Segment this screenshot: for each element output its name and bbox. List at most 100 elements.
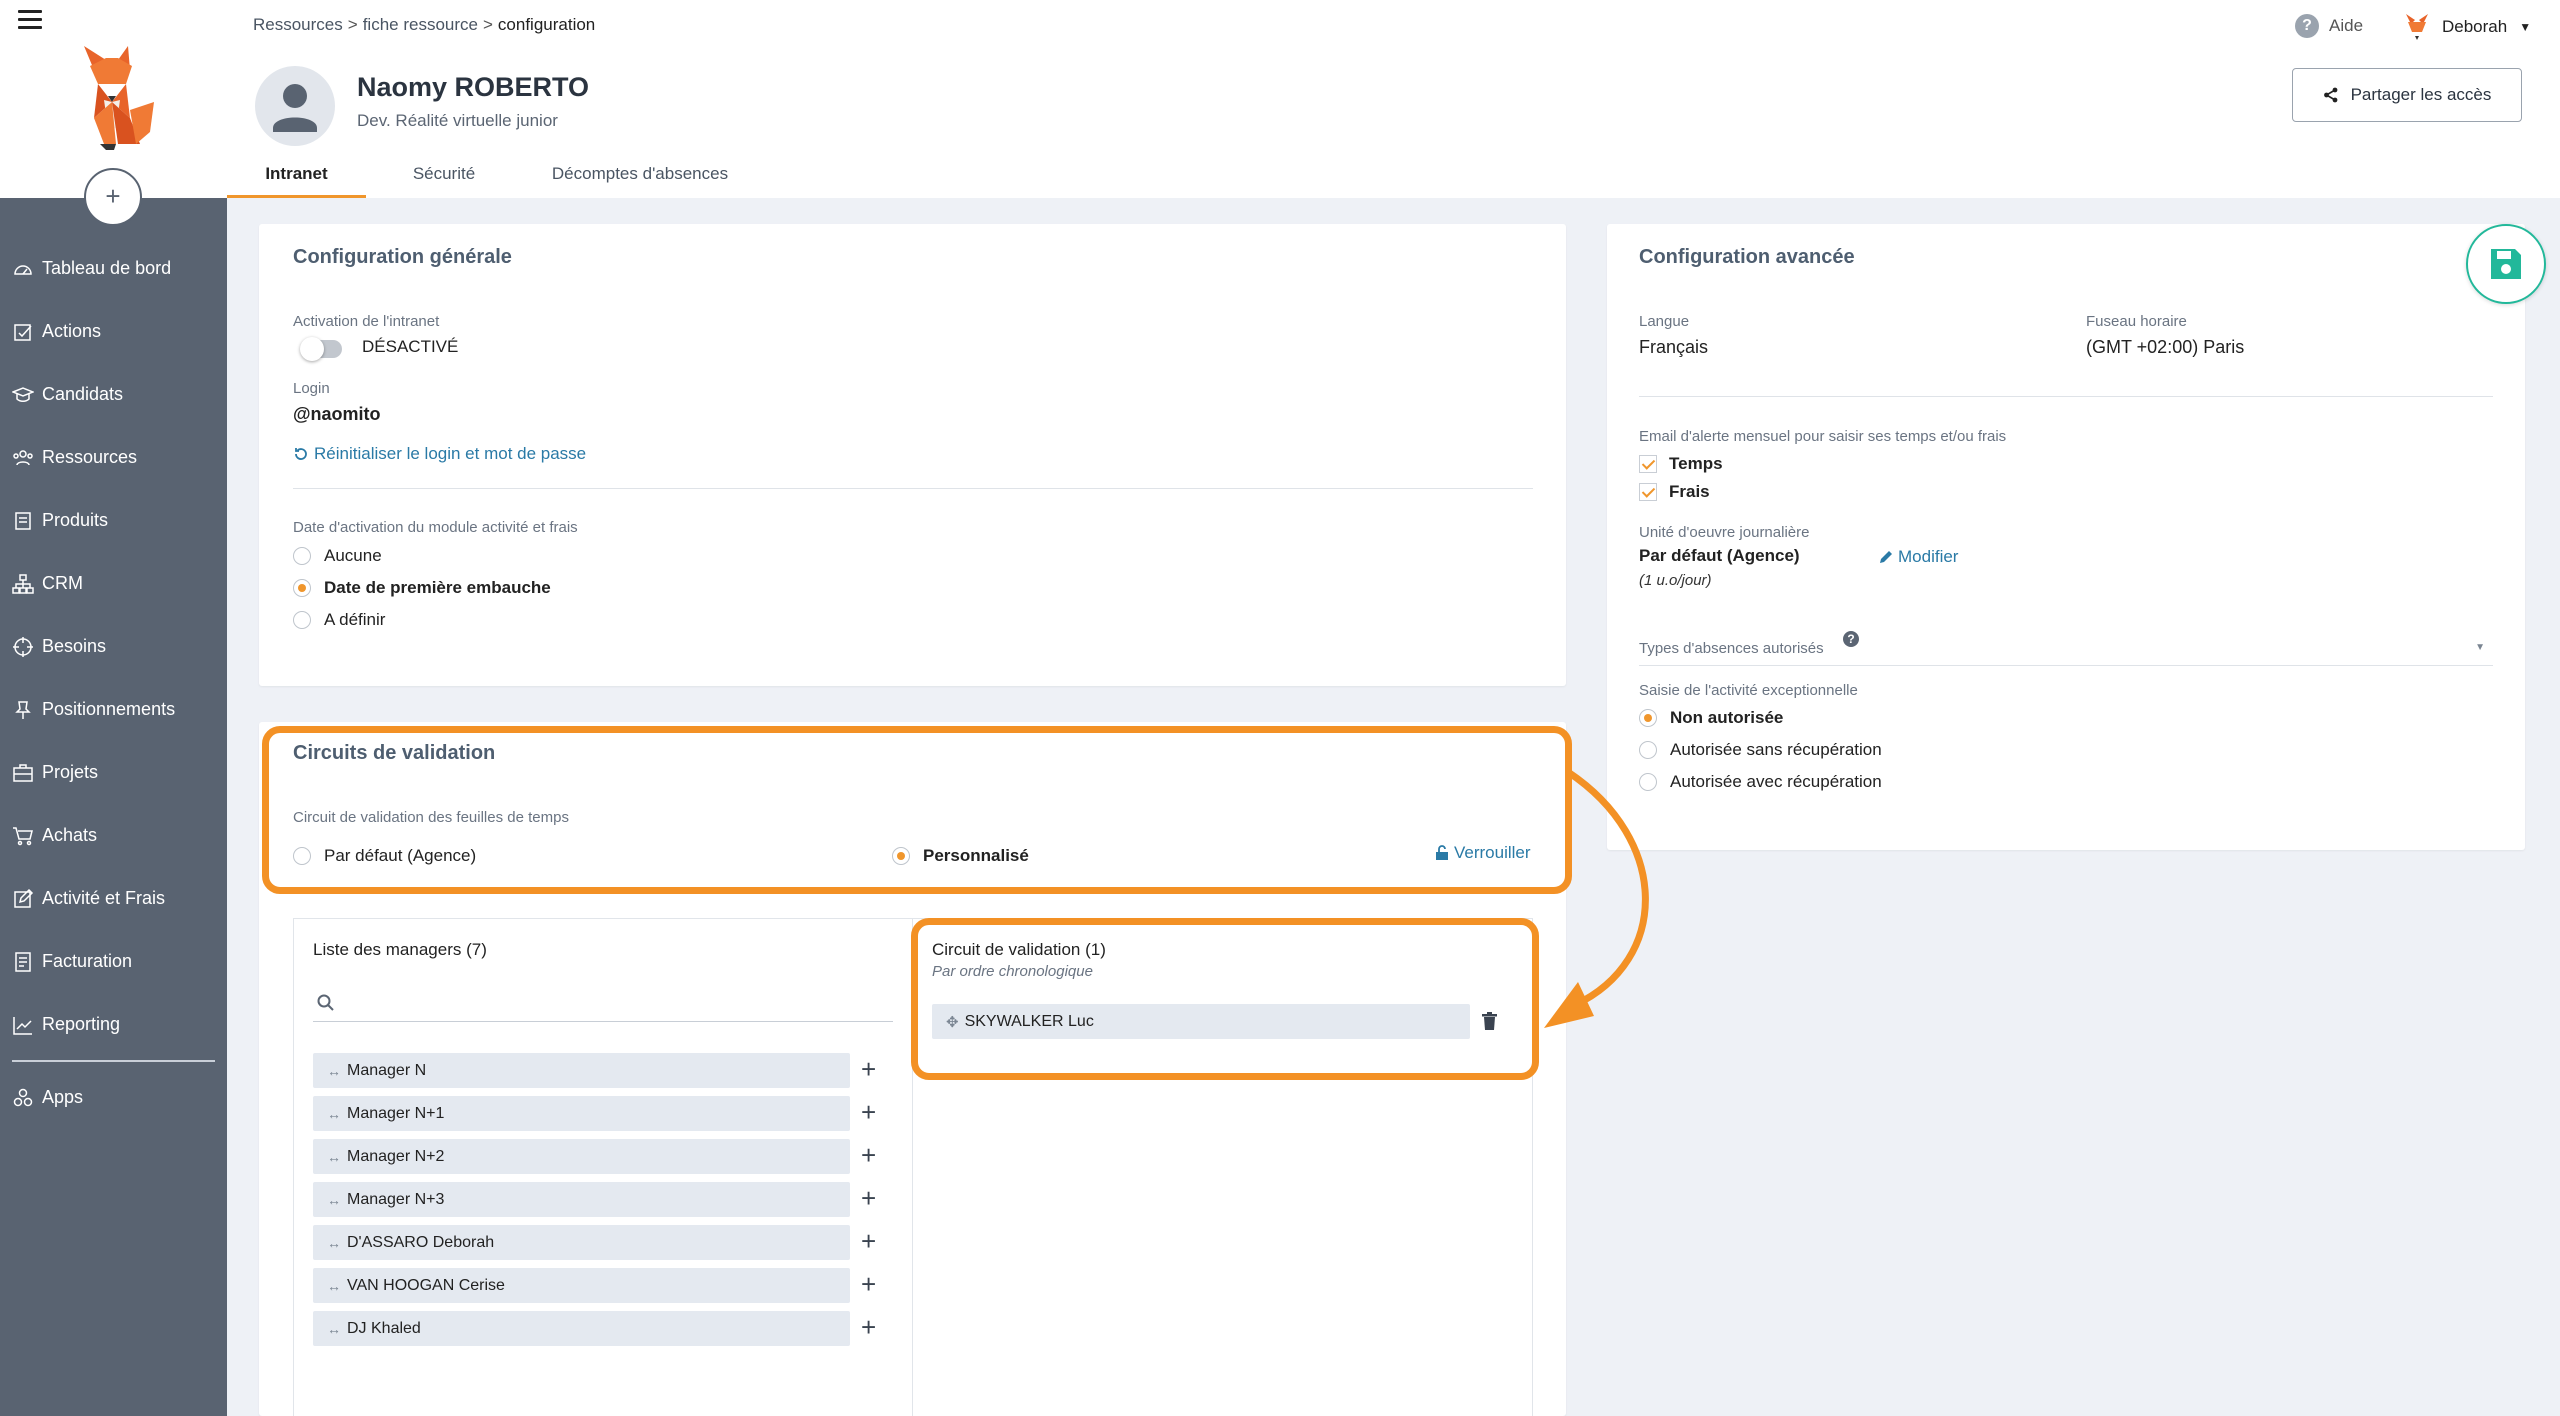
intranet-activation-label: Activation de l'intranet	[293, 313, 440, 330]
sidebar-item-projets[interactable]: Projets	[0, 741, 227, 804]
help-icon[interactable]: ?	[1843, 631, 1859, 647]
sidebar: + Tableau de bord Actions Candidats Ress…	[0, 0, 227, 1416]
alert-checkbox-frais[interactable]: Frais	[1639, 482, 1710, 502]
caret-down-icon: ▼	[2519, 20, 2532, 34]
manager-item[interactable]: ↔ Manager N+2	[313, 1139, 850, 1174]
activation-option-premiere-embauche[interactable]: Date de première embauche	[293, 578, 551, 598]
sidebar-item-label: Projets	[42, 762, 99, 782]
sidebar-item-dashboard[interactable]: Tableau de bord	[0, 237, 227, 300]
menu-icon[interactable]	[18, 10, 42, 30]
tab-intranet[interactable]: Intranet	[227, 156, 366, 198]
sidebar-item-besoins[interactable]: Besoins	[0, 615, 227, 678]
sidebar-item-facturation[interactable]: Facturation	[0, 930, 227, 993]
reset-login-link[interactable]: Réinitialiser le login et mot de passe	[293, 444, 586, 464]
actions-icon	[14, 323, 32, 341]
add-manager-button[interactable]: +	[861, 1099, 876, 1125]
add-manager-button[interactable]: +	[861, 1185, 876, 1211]
dashboard-icon	[14, 264, 32, 275]
intranet-toggle[interactable]	[300, 337, 342, 361]
sidebar-item-produits[interactable]: Produits	[0, 489, 227, 552]
manager-item[interactable]: ↔ D'ASSARO Deborah	[313, 1225, 850, 1260]
general-config-title: Configuration générale	[293, 246, 512, 268]
circuit-option-custom[interactable]: Personnalisé	[892, 846, 1029, 866]
add-manager-button[interactable]: +	[861, 1314, 876, 1340]
share-access-button[interactable]: Partager les accès	[2292, 68, 2522, 122]
sidebar-item-label: CRM	[42, 573, 83, 593]
users-icon	[13, 449, 33, 465]
sidebar-item-activite-frais[interactable]: Activité et Frais	[0, 867, 227, 930]
fox-logo	[84, 46, 156, 150]
sidebar-item-label: Besoins	[42, 636, 107, 656]
person-avatar	[255, 66, 335, 146]
manager-name: D'ASSARO Deborah	[347, 1233, 495, 1251]
save-button[interactable]	[2466, 224, 2546, 304]
briefcase-icon	[13, 763, 33, 782]
help-link[interactable]: ? Aide	[2295, 14, 2363, 38]
modify-unit-link[interactable]: Modifier	[1879, 547, 1958, 567]
sitemap-icon	[12, 573, 34, 594]
drag-arrows-icon: ↔	[327, 1277, 341, 1294]
unit-sub: (1 u.o/jour)	[1639, 572, 1712, 589]
timezone-value[interactable]: (GMT +02:00) Paris	[2086, 337, 2244, 358]
sidebar-item-positionnements[interactable]: Positionnements	[0, 678, 227, 741]
divider	[293, 488, 1533, 489]
manager-name: Manager N+1	[347, 1104, 445, 1122]
sidebar-item-label: Tableau de bord	[42, 258, 172, 278]
exceptional-option-non-autorisee[interactable]: Non autorisée	[1639, 708, 1783, 728]
radio-label: Aucune	[324, 546, 382, 565]
manager-name: Manager N+3	[347, 1190, 445, 1208]
radio-dot	[892, 847, 910, 865]
manager-item[interactable]: ↔ VAN HOOGAN Cerise	[313, 1268, 850, 1303]
managers-search-input[interactable]	[313, 990, 893, 1022]
circuit-item[interactable]: ✥ SKYWALKER Luc	[932, 1004, 1470, 1039]
radio-dot	[293, 547, 311, 565]
breadcrumb-item-ressources[interactable]: Ressources	[253, 15, 343, 34]
sidebar-item-apps[interactable]: Apps	[0, 1066, 227, 1129]
circuit-title: Circuit de validation (1)	[932, 940, 1106, 959]
user-silhouette-icon	[273, 84, 317, 132]
sidebar-item-crm[interactable]: CRM	[0, 552, 227, 615]
manager-item[interactable]: ↔ DJ Khaled	[313, 1311, 850, 1346]
sidebar-item-actions[interactable]: Actions	[0, 300, 227, 363]
unit-label: Unité d'oeuvre journalière	[1639, 524, 1810, 541]
radio-label: Par défaut (Agence)	[324, 846, 477, 865]
sidebar-nav: Tableau de bord Actions Candidats Ressou…	[0, 237, 227, 1129]
invoice-icon	[15, 951, 31, 972]
exceptional-option-avec-recuperation[interactable]: Autorisée avec récupération	[1639, 772, 1882, 792]
drag-arrows-icon: ↔	[327, 1320, 341, 1337]
advanced-config-title: Configuration avancée	[1639, 246, 1855, 268]
breadcrumb-item-fiche[interactable]: fiche ressource	[363, 15, 478, 34]
trash-icon[interactable]	[1482, 1012, 1497, 1030]
manager-item[interactable]: ↔ Manager N	[313, 1053, 850, 1088]
lock-link[interactable]: Verrouiller	[1435, 843, 1531, 863]
panel-divider	[912, 918, 913, 1416]
manager-item[interactable]: ↔ Manager N+3	[313, 1182, 850, 1217]
exceptional-option-sans-recuperation[interactable]: Autorisée sans récupération	[1639, 740, 1882, 760]
alert-checkbox-temps[interactable]: Temps	[1639, 454, 1723, 474]
activation-option-a-definir[interactable]: A définir	[293, 610, 385, 630]
sidebar-item-achats[interactable]: Achats	[0, 804, 227, 867]
sidebar-divider	[12, 1060, 215, 1062]
circuit-option-default[interactable]: Par défaut (Agence)	[293, 846, 476, 866]
language-value[interactable]: Français	[1639, 337, 1708, 358]
move-icon: ✥	[946, 1013, 959, 1031]
add-button[interactable]: +	[84, 168, 142, 226]
activation-option-aucune[interactable]: Aucune	[293, 546, 382, 566]
share-label: Partager les accès	[2350, 85, 2492, 104]
manager-item[interactable]: ↔ Manager N+1	[313, 1096, 850, 1131]
tab-securite[interactable]: Sécurité	[366, 156, 522, 198]
sidebar-item-ressources[interactable]: Ressources	[0, 426, 227, 489]
absence-types-select[interactable]: Types d'absences autorisés ? ▼	[1639, 628, 2493, 666]
login-label: Login	[293, 380, 330, 397]
tab-decomptes-absences[interactable]: Décomptes d'absences	[522, 156, 758, 198]
user-menu[interactable]: Deborah ▼	[2402, 12, 2531, 42]
add-manager-button[interactable]: +	[861, 1228, 876, 1254]
checkbox-label: Frais	[1669, 482, 1710, 501]
add-manager-button[interactable]: +	[861, 1271, 876, 1297]
add-manager-button[interactable]: +	[861, 1142, 876, 1168]
sidebar-item-label: Ressources	[42, 447, 138, 467]
question-icon: ?	[2295, 14, 2319, 38]
sidebar-item-reporting[interactable]: Reporting	[0, 993, 227, 1056]
add-manager-button[interactable]: +	[861, 1056, 876, 1082]
sidebar-item-candidats[interactable]: Candidats	[0, 363, 227, 426]
